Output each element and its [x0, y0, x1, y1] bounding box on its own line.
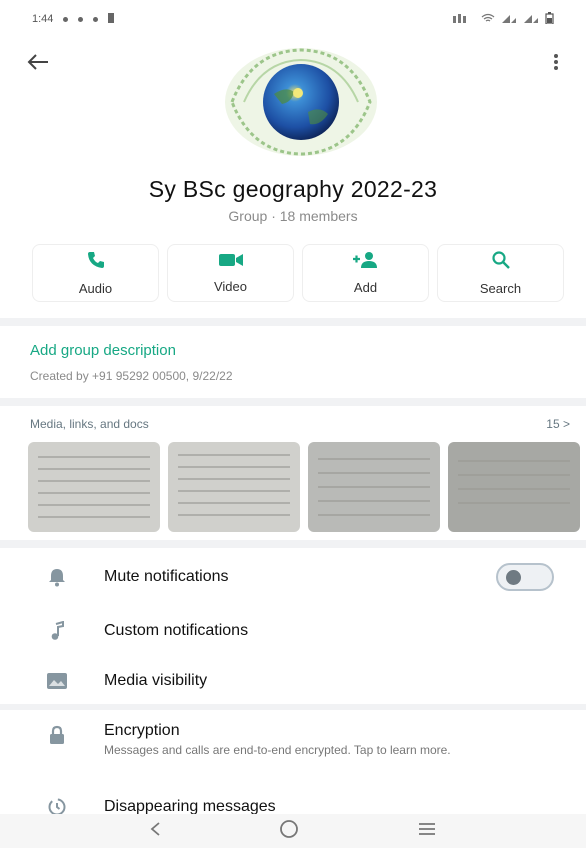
group-subtitle: Group · 18 members — [228, 208, 358, 224]
disappearing-messages-row[interactable]: Disappearing messages — [0, 792, 586, 816]
music-note-icon — [42, 618, 72, 644]
media-title: Media, links, and docs — [30, 417, 149, 431]
media-thumbnail[interactable] — [448, 442, 580, 532]
audio-label: Audio — [78, 281, 113, 296]
search-button[interactable]: Search — [437, 244, 564, 302]
add-label: Add — [353, 280, 378, 295]
media-header[interactable]: Media, links, and docs 15 > — [30, 417, 570, 431]
encryption-description: Messages and calls are end-to-end encryp… — [104, 743, 451, 757]
wifi-icon — [481, 13, 495, 26]
status-time: 1:44 — [32, 13, 54, 25]
group-avatar[interactable] — [222, 46, 380, 158]
section-divider — [0, 704, 586, 710]
signal-icon — [501, 13, 517, 26]
search-icon — [491, 250, 511, 275]
status-bar: 1:44 — [0, 0, 586, 38]
lock-icon — [42, 722, 72, 748]
more-options-button[interactable] — [542, 50, 570, 78]
toggle-knob — [506, 570, 521, 585]
search-label: Search — [479, 281, 522, 296]
audio-call-button[interactable]: Audio — [32, 244, 159, 302]
phone-icon — [86, 250, 106, 275]
custom-notifications-row[interactable]: Custom notifications — [0, 614, 586, 648]
add-group-description-link[interactable]: Add group description — [30, 342, 176, 359]
system-navigation-bar — [0, 814, 586, 848]
person-add-icon — [352, 251, 380, 274]
action-buttons: Audio Video Add Search — [28, 244, 568, 302]
mute-notifications-label: Mute notifications — [104, 568, 229, 585]
battery-icon — [545, 11, 554, 27]
video-label: Video — [213, 279, 247, 294]
media-count[interactable]: 15 > — [546, 417, 570, 431]
encryption-label: Encryption — [104, 722, 180, 739]
encryption-row[interactable]: Encryption Messages and calls are end-to… — [0, 718, 586, 778]
notification-dot-icon — [93, 16, 99, 22]
custom-notifications-label: Custom notifications — [104, 622, 249, 639]
section-divider — [0, 540, 586, 548]
section-divider — [0, 318, 586, 326]
notification-dot-icon — [78, 16, 84, 22]
add-participant-button[interactable]: Add — [302, 244, 429, 302]
mute-notifications-toggle[interactable] — [496, 563, 554, 591]
bell-icon — [42, 564, 72, 590]
image-icon — [42, 668, 72, 694]
arrow-left-icon — [27, 53, 49, 76]
network-icon — [453, 13, 475, 26]
media-thumbnail[interactable] — [308, 442, 440, 532]
signal-icon — [523, 13, 539, 26]
media-thumbnail[interactable] — [168, 442, 300, 532]
nav-home-button[interactable] — [279, 819, 299, 844]
section-divider — [0, 398, 586, 406]
video-call-button[interactable]: Video — [167, 244, 294, 302]
videocam-icon — [218, 252, 244, 273]
media-visibility-row[interactable]: Media visibility — [0, 664, 586, 698]
group-name: Sy BSc geography 2022-23 — [148, 176, 438, 202]
back-button[interactable] — [24, 50, 52, 78]
more-vertical-icon — [553, 53, 559, 76]
nav-recents-button[interactable] — [417, 822, 437, 841]
notification-dot-icon — [63, 16, 69, 22]
media-thumbnails — [28, 442, 586, 532]
media-thumbnail[interactable] — [28, 442, 160, 532]
notification-icon — [108, 12, 115, 26]
nav-back-button[interactable] — [149, 821, 161, 842]
media-visibility-label: Media visibility — [104, 672, 208, 689]
created-by-text: Created by +91 95292 00500, 9/22/22 — [30, 369, 233, 383]
